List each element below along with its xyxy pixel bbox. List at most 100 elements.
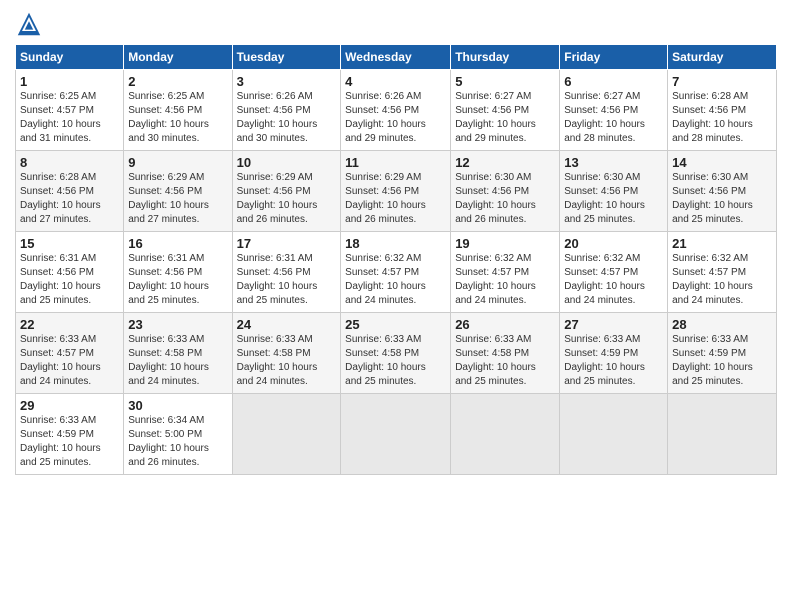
day-number: 28 — [672, 317, 772, 332]
week-row-4: 22Sunrise: 6:33 AM Sunset: 4:57 PM Dayli… — [16, 313, 777, 394]
week-row-2: 8Sunrise: 6:28 AM Sunset: 4:56 PM Daylig… — [16, 151, 777, 232]
day-number: 13 — [564, 155, 663, 170]
day-info: Sunrise: 6:25 AM Sunset: 4:57 PM Dayligh… — [20, 90, 119, 146]
calendar-cell: 22Sunrise: 6:33 AM Sunset: 4:57 PM Dayli… — [16, 313, 124, 394]
calendar-cell — [341, 394, 451, 475]
calendar-cell: 26Sunrise: 6:33 AM Sunset: 4:58 PM Dayli… — [451, 313, 560, 394]
weekday-header-monday: Monday — [124, 45, 232, 70]
calendar-cell: 19Sunrise: 6:32 AM Sunset: 4:57 PM Dayli… — [451, 232, 560, 313]
calendar-cell: 25Sunrise: 6:33 AM Sunset: 4:58 PM Dayli… — [341, 313, 451, 394]
day-number: 8 — [20, 155, 119, 170]
day-number: 2 — [128, 74, 227, 89]
day-info: Sunrise: 6:30 AM Sunset: 4:56 PM Dayligh… — [564, 171, 663, 227]
day-number: 12 — [455, 155, 555, 170]
calendar-cell: 29Sunrise: 6:33 AM Sunset: 4:59 PM Dayli… — [16, 394, 124, 475]
day-number: 10 — [237, 155, 337, 170]
day-number: 23 — [128, 317, 227, 332]
day-info: Sunrise: 6:33 AM Sunset: 4:58 PM Dayligh… — [237, 333, 337, 389]
calendar-cell: 9Sunrise: 6:29 AM Sunset: 4:56 PM Daylig… — [124, 151, 232, 232]
weekday-header-friday: Friday — [560, 45, 668, 70]
calendar-cell: 16Sunrise: 6:31 AM Sunset: 4:56 PM Dayli… — [124, 232, 232, 313]
day-number: 25 — [345, 317, 446, 332]
day-info: Sunrise: 6:31 AM Sunset: 4:56 PM Dayligh… — [20, 252, 119, 308]
day-number: 29 — [20, 398, 119, 413]
calendar-cell: 8Sunrise: 6:28 AM Sunset: 4:56 PM Daylig… — [16, 151, 124, 232]
day-info: Sunrise: 6:32 AM Sunset: 4:57 PM Dayligh… — [564, 252, 663, 308]
day-info: Sunrise: 6:33 AM Sunset: 4:59 PM Dayligh… — [672, 333, 772, 389]
calendar-cell: 24Sunrise: 6:33 AM Sunset: 4:58 PM Dayli… — [232, 313, 341, 394]
logo-icon — [15, 10, 43, 38]
day-info: Sunrise: 6:33 AM Sunset: 4:59 PM Dayligh… — [564, 333, 663, 389]
day-number: 4 — [345, 74, 446, 89]
day-info: Sunrise: 6:32 AM Sunset: 4:57 PM Dayligh… — [672, 252, 772, 308]
calendar-cell: 1Sunrise: 6:25 AM Sunset: 4:57 PM Daylig… — [16, 70, 124, 151]
calendar-cell: 6Sunrise: 6:27 AM Sunset: 4:56 PM Daylig… — [560, 70, 668, 151]
day-info: Sunrise: 6:28 AM Sunset: 4:56 PM Dayligh… — [672, 90, 772, 146]
day-number: 22 — [20, 317, 119, 332]
day-info: Sunrise: 6:34 AM Sunset: 5:00 PM Dayligh… — [128, 414, 227, 470]
day-info: Sunrise: 6:29 AM Sunset: 4:56 PM Dayligh… — [345, 171, 446, 227]
calendar-cell: 18Sunrise: 6:32 AM Sunset: 4:57 PM Dayli… — [341, 232, 451, 313]
calendar-cell: 15Sunrise: 6:31 AM Sunset: 4:56 PM Dayli… — [16, 232, 124, 313]
day-number: 15 — [20, 236, 119, 251]
weekday-header-tuesday: Tuesday — [232, 45, 341, 70]
logo — [15, 10, 47, 38]
calendar-cell: 2Sunrise: 6:25 AM Sunset: 4:56 PM Daylig… — [124, 70, 232, 151]
day-number: 19 — [455, 236, 555, 251]
day-number: 3 — [237, 74, 337, 89]
calendar-cell — [560, 394, 668, 475]
day-info: Sunrise: 6:33 AM Sunset: 4:58 PM Dayligh… — [455, 333, 555, 389]
day-info: Sunrise: 6:33 AM Sunset: 4:59 PM Dayligh… — [20, 414, 119, 470]
calendar-cell: 17Sunrise: 6:31 AM Sunset: 4:56 PM Dayli… — [232, 232, 341, 313]
day-info: Sunrise: 6:25 AM Sunset: 4:56 PM Dayligh… — [128, 90, 227, 146]
calendar-cell: 11Sunrise: 6:29 AM Sunset: 4:56 PM Dayli… — [341, 151, 451, 232]
day-number: 20 — [564, 236, 663, 251]
day-number: 21 — [672, 236, 772, 251]
day-info: Sunrise: 6:30 AM Sunset: 4:56 PM Dayligh… — [672, 171, 772, 227]
day-number: 27 — [564, 317, 663, 332]
calendar-cell — [451, 394, 560, 475]
day-number: 26 — [455, 317, 555, 332]
header — [15, 10, 777, 38]
day-info: Sunrise: 6:32 AM Sunset: 4:57 PM Dayligh… — [345, 252, 446, 308]
calendar-cell: 27Sunrise: 6:33 AM Sunset: 4:59 PM Dayli… — [560, 313, 668, 394]
day-number: 30 — [128, 398, 227, 413]
week-row-3: 15Sunrise: 6:31 AM Sunset: 4:56 PM Dayli… — [16, 232, 777, 313]
calendar-cell: 14Sunrise: 6:30 AM Sunset: 4:56 PM Dayli… — [668, 151, 777, 232]
day-info: Sunrise: 6:26 AM Sunset: 4:56 PM Dayligh… — [345, 90, 446, 146]
day-number: 17 — [237, 236, 337, 251]
day-number: 16 — [128, 236, 227, 251]
calendar-cell: 23Sunrise: 6:33 AM Sunset: 4:58 PM Dayli… — [124, 313, 232, 394]
day-info: Sunrise: 6:33 AM Sunset: 4:58 PM Dayligh… — [128, 333, 227, 389]
day-info: Sunrise: 6:31 AM Sunset: 4:56 PM Dayligh… — [128, 252, 227, 308]
calendar-cell — [668, 394, 777, 475]
day-info: Sunrise: 6:32 AM Sunset: 4:57 PM Dayligh… — [455, 252, 555, 308]
calendar-header: SundayMondayTuesdayWednesdayThursdayFrid… — [16, 45, 777, 70]
day-number: 9 — [128, 155, 227, 170]
calendar-cell: 7Sunrise: 6:28 AM Sunset: 4:56 PM Daylig… — [668, 70, 777, 151]
header-row: SundayMondayTuesdayWednesdayThursdayFrid… — [16, 45, 777, 70]
calendar-cell: 21Sunrise: 6:32 AM Sunset: 4:57 PM Dayli… — [668, 232, 777, 313]
day-info: Sunrise: 6:30 AM Sunset: 4:56 PM Dayligh… — [455, 171, 555, 227]
calendar-cell: 4Sunrise: 6:26 AM Sunset: 4:56 PM Daylig… — [341, 70, 451, 151]
day-info: Sunrise: 6:33 AM Sunset: 4:58 PM Dayligh… — [345, 333, 446, 389]
calendar-body: 1Sunrise: 6:25 AM Sunset: 4:57 PM Daylig… — [16, 70, 777, 475]
day-info: Sunrise: 6:29 AM Sunset: 4:56 PM Dayligh… — [237, 171, 337, 227]
page-container: SundayMondayTuesdayWednesdayThursdayFrid… — [0, 0, 792, 485]
calendar-cell: 12Sunrise: 6:30 AM Sunset: 4:56 PM Dayli… — [451, 151, 560, 232]
calendar-cell: 5Sunrise: 6:27 AM Sunset: 4:56 PM Daylig… — [451, 70, 560, 151]
weekday-header-saturday: Saturday — [668, 45, 777, 70]
weekday-header-sunday: Sunday — [16, 45, 124, 70]
calendar-cell: 10Sunrise: 6:29 AM Sunset: 4:56 PM Dayli… — [232, 151, 341, 232]
calendar-cell: 3Sunrise: 6:26 AM Sunset: 4:56 PM Daylig… — [232, 70, 341, 151]
day-number: 24 — [237, 317, 337, 332]
weekday-header-wednesday: Wednesday — [341, 45, 451, 70]
day-number: 6 — [564, 74, 663, 89]
calendar-cell: 30Sunrise: 6:34 AM Sunset: 5:00 PM Dayli… — [124, 394, 232, 475]
calendar-cell: 13Sunrise: 6:30 AM Sunset: 4:56 PM Dayli… — [560, 151, 668, 232]
day-number: 18 — [345, 236, 446, 251]
calendar-cell: 28Sunrise: 6:33 AM Sunset: 4:59 PM Dayli… — [668, 313, 777, 394]
day-number: 14 — [672, 155, 772, 170]
day-info: Sunrise: 6:27 AM Sunset: 4:56 PM Dayligh… — [455, 90, 555, 146]
day-number: 1 — [20, 74, 119, 89]
